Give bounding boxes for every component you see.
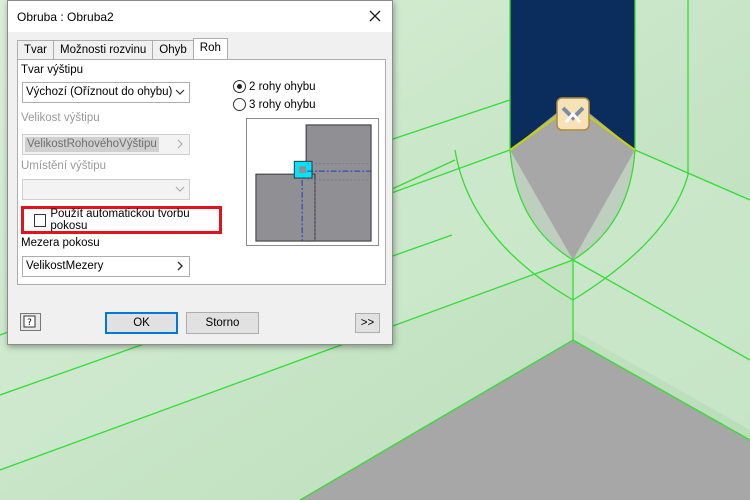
chevron-right-icon <box>177 261 183 271</box>
relief-shape-label: Tvar výštipu <box>21 64 83 76</box>
tab-shape[interactable]: Tvar <box>17 40 54 59</box>
flange-dialog: Obruba : Obruba2 Tvar Možnosti rozvinu O… <box>7 0 393 345</box>
relief-shape-select[interactable]: Výchozí (Oříznout do ohybu) <box>22 82 190 103</box>
corner-edit-glyph[interactable] <box>556 97 590 131</box>
miter-gap-value: VelikostMezery <box>26 260 104 272</box>
chevron-right-icon <box>177 139 183 149</box>
chevron-down-icon <box>175 186 185 192</box>
corner-tab-panel: Tvar výštipu Výchozí (Oříznout do ohybu)… <box>17 59 386 285</box>
relief-size-value: VelikostRohovéhoVýštipu <box>25 137 159 152</box>
dialog-titlebar: Obruba : Obruba2 <box>8 1 392 32</box>
corner-preview-image <box>246 118 379 246</box>
relief-size-field: VelikostRohovéhoVýštipu <box>22 134 190 155</box>
radio-three-bend-corners[interactable]: 3 rohy ohybu <box>233 98 316 111</box>
relief-size-label: Velikost výštipu <box>21 112 100 124</box>
tab-bend[interactable]: Ohyb <box>152 40 194 59</box>
radio-button-selected[interactable] <box>233 80 246 93</box>
tab-strip: Tvar Možnosti rozvinu Ohyb Roh <box>17 38 228 59</box>
close-icon[interactable] <box>366 7 384 25</box>
radio-two-bend-corners[interactable]: 2 rohy ohybu <box>233 80 316 93</box>
tab-unfold-options[interactable]: Možnosti rozvinu <box>53 40 154 59</box>
auto-miter-checkbox[interactable] <box>34 213 47 227</box>
three-bend-corners-label: 3 rohy ohybu <box>249 98 316 111</box>
radio-button[interactable] <box>233 98 246 111</box>
miter-gap-label: Mezera pokosu <box>21 237 100 249</box>
relief-placement-select <box>22 179 190 200</box>
auto-miter-highlight[interactable]: Použít automatickou tvorbu pokosu <box>21 206 222 234</box>
relief-placement-label: Umístění výštipu <box>21 160 106 172</box>
two-bend-corners-label: 2 rohy ohybu <box>249 80 316 93</box>
svg-text:?: ? <box>27 318 32 328</box>
auto-miter-label: Použít automatickou tvorbu pokosu <box>50 208 190 232</box>
help-button[interactable]: ? <box>20 313 41 331</box>
ok-button[interactable]: OK <box>105 312 178 334</box>
miter-gap-field[interactable]: VelikostMezery <box>22 256 190 277</box>
tab-corner[interactable]: Roh <box>192 38 228 59</box>
chevron-down-icon <box>175 89 185 95</box>
help-icon: ? <box>23 315 36 328</box>
cancel-button[interactable]: Storno <box>186 312 259 334</box>
relief-shape-value: Výchozí (Oříznout do ohybu) <box>26 86 173 98</box>
more-options-button[interactable]: >> <box>355 313 380 333</box>
dialog-title: Obruba : Obruba2 <box>17 9 114 24</box>
